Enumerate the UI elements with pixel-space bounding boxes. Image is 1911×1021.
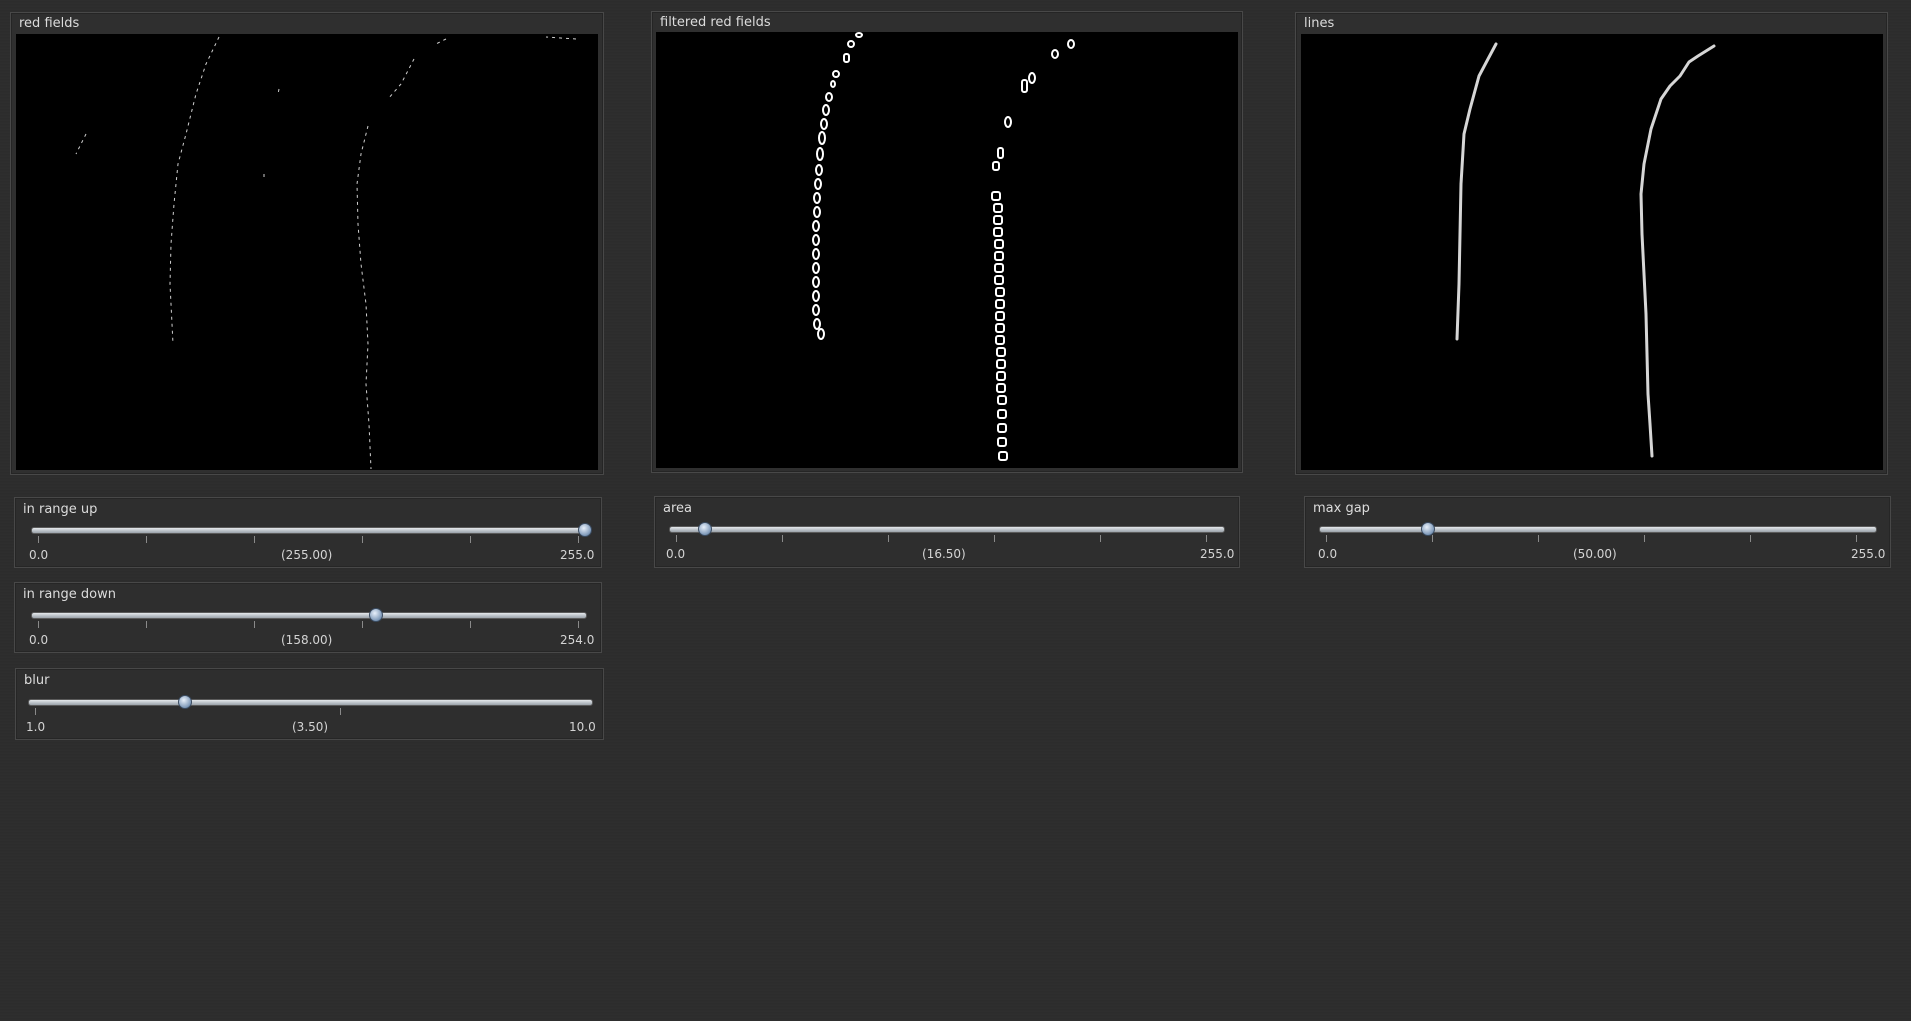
- slider-max-value: 255.0: [1200, 547, 1235, 561]
- filtered-red-fields-view: [656, 32, 1238, 468]
- in-range-down-slider-panel: in range down 0.0 (158.00) 254.0: [14, 582, 602, 653]
- in-range-up-slider-panel: in range up 0.0 (255.00) 255.0: [14, 497, 602, 568]
- slider-min-value: 0.0: [29, 548, 49, 562]
- filtered-red-fields-image: [812, 32, 1075, 461]
- panel-title: lines: [1304, 16, 1335, 31]
- slider-label: in range down: [23, 587, 116, 602]
- slider-track[interactable]: [1319, 526, 1877, 533]
- slider-min-value: 0.0: [1318, 547, 1338, 561]
- slider-handle[interactable]: [368, 608, 383, 622]
- lines-image: [1455, 42, 1716, 458]
- slider-handle[interactable]: [698, 522, 712, 536]
- slider-handle[interactable]: [578, 523, 592, 537]
- lines-view: [1301, 34, 1883, 470]
- slider-max-value: 255.0: [560, 548, 595, 562]
- slider-current-value: (255.00): [281, 548, 333, 562]
- slider-handle[interactable]: [177, 695, 192, 709]
- slider-current-value: (158.00): [281, 633, 333, 647]
- slider-label: area: [663, 501, 692, 516]
- slider-max-value: 10.0: [569, 720, 596, 734]
- slider-handle[interactable]: [1420, 522, 1435, 536]
- slider-min-value: 0.0: [666, 547, 686, 561]
- slider-track[interactable]: [31, 527, 587, 534]
- red-fields-panel: red fields: [10, 12, 604, 475]
- area-slider-panel: area 0.0 (16.50) 255.0: [654, 496, 1240, 568]
- blur-slider-panel: blur 1.0 (3.50) 10.0: [15, 668, 604, 740]
- slider-track[interactable]: [31, 612, 587, 619]
- max-gap-slider-panel: max gap 0.0 (50.00) 255.0: [1304, 496, 1891, 568]
- red-fields-view: [16, 34, 598, 470]
- slider-min-value: 1.0: [26, 720, 46, 734]
- slider-min-value: 0.0: [29, 633, 49, 647]
- slider-track[interactable]: [669, 526, 1225, 533]
- slider-current-value: (16.50): [922, 547, 966, 561]
- lines-panel: lines: [1295, 12, 1888, 475]
- slider-label: max gap: [1313, 501, 1370, 516]
- filtered-red-fields-panel: filtered red fields: [651, 11, 1243, 473]
- panel-title: filtered red fields: [660, 15, 771, 30]
- slider-track[interactable]: [28, 699, 593, 706]
- slider-max-value: 254.0: [560, 633, 595, 647]
- slider-max-value: 255.0: [1851, 547, 1886, 561]
- slider-label: blur: [24, 673, 50, 688]
- slider-current-value: (50.00): [1573, 547, 1617, 561]
- panel-title: red fields: [19, 16, 80, 31]
- slider-label: in range up: [23, 502, 98, 517]
- red-fields-image: [75, 36, 577, 470]
- slider-current-value: (3.50): [292, 720, 329, 734]
